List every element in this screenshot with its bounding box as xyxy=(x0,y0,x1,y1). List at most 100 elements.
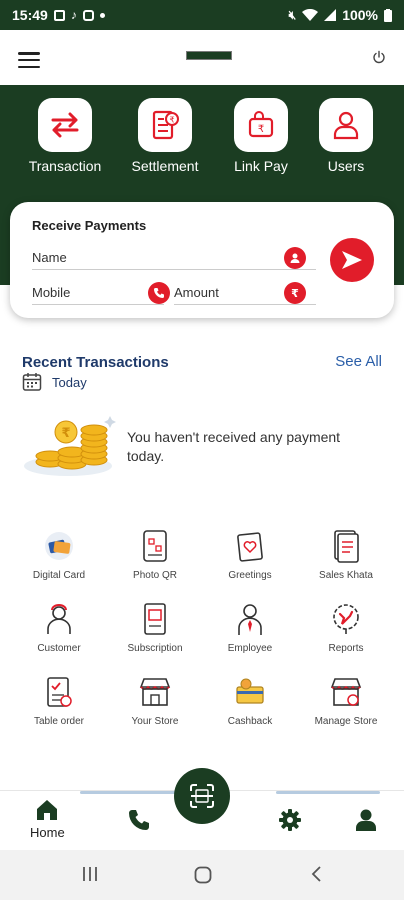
reports-icon xyxy=(328,601,364,637)
empty-message: You haven't received any payment today. xyxy=(127,429,341,464)
service-label: Photo QR xyxy=(133,570,177,581)
status-bar: 15:49 ♪ 🔇︎ 100% xyxy=(0,0,404,30)
service-reports[interactable]: Reports xyxy=(299,601,393,654)
service-subscription[interactable]: Subscription xyxy=(108,601,202,654)
signal-icon xyxy=(324,9,337,21)
home-button-icon[interactable] xyxy=(194,866,212,884)
quick-action-label: Link Pay xyxy=(234,158,288,174)
svg-text:₹: ₹ xyxy=(258,124,264,135)
power-icon[interactable] xyxy=(372,50,386,64)
user-icon xyxy=(319,98,373,152)
quick-action-link-pay[interactable]: ₹ Link Pay xyxy=(216,98,306,174)
home-icon xyxy=(37,800,58,820)
system-navigation-bar xyxy=(0,850,404,900)
transfer-arrows-icon xyxy=(38,98,92,152)
battery-level: 100% xyxy=(342,7,378,23)
quick-action-transaction[interactable]: Transaction xyxy=(20,98,110,174)
quick-action-users[interactable]: Users xyxy=(301,98,391,174)
service-sales-khata[interactable]: Sales Khata xyxy=(299,528,393,581)
subscription-icon xyxy=(137,601,173,637)
service-digital-card[interactable]: Digital Card xyxy=(12,528,106,581)
recent-transactions-title: Recent Transactions xyxy=(22,354,169,371)
nav-home-label: Home xyxy=(30,825,65,840)
see-all-link[interactable]: See All xyxy=(335,353,382,370)
mobile-field[interactable]: Mobile xyxy=(32,281,170,305)
nav-indicator xyxy=(276,791,380,794)
calendar-icon xyxy=(22,373,42,391)
greetings-icon xyxy=(232,528,268,564)
service-label: Employee xyxy=(227,643,273,654)
battery-icon xyxy=(384,8,392,22)
service-photo-qr[interactable]: Photo QR xyxy=(108,528,202,581)
phone-icon xyxy=(129,810,149,830)
service-label: Manage Store xyxy=(314,716,378,727)
empty-transactions: ₹ You haven't received any payment today… xyxy=(22,410,382,480)
service-label: Sales Khata xyxy=(319,570,373,581)
name-placeholder: Name xyxy=(32,250,67,265)
svg-text:₹: ₹ xyxy=(61,426,70,441)
svg-text:₹: ₹ xyxy=(291,287,299,299)
service-label: Digital Card xyxy=(32,570,86,581)
link-pay-wallet-icon: ₹ xyxy=(234,98,288,152)
send-payment-button[interactable] xyxy=(330,238,374,282)
mobile-placeholder: Mobile xyxy=(32,285,71,300)
rupee-icon: ₹ xyxy=(284,282,306,304)
music-notification-icon: ♪ xyxy=(70,8,77,22)
app-header xyxy=(0,30,404,85)
table-order-icon xyxy=(41,674,77,710)
user-icon xyxy=(356,809,376,831)
manage-store-icon xyxy=(328,674,364,710)
amount-placeholder: Amount xyxy=(174,285,219,300)
employee-icon xyxy=(232,601,268,637)
person-icon xyxy=(284,247,306,269)
phone-icon xyxy=(148,282,170,304)
brand-logo xyxy=(186,51,232,60)
service-label: Reports xyxy=(328,643,364,654)
service-label: Subscription xyxy=(127,643,183,654)
mute-icon: 🔇︎ xyxy=(288,7,297,22)
gallery-notification-icon xyxy=(53,9,65,21)
date-filter[interactable]: Today xyxy=(22,372,87,392)
service-label: Your Store xyxy=(131,716,179,727)
service-label: Cashback xyxy=(227,716,273,727)
status-time: 15:49 xyxy=(12,7,48,23)
service-your-store[interactable]: Your Store xyxy=(108,674,202,727)
coins-illustration-icon: ₹ xyxy=(24,416,116,476)
service-label: Customer xyxy=(37,643,81,654)
store-icon xyxy=(137,674,173,710)
amount-field[interactable]: Amount ₹ xyxy=(174,281,316,305)
quick-action-label: Users xyxy=(327,158,365,174)
more-notifications-icon xyxy=(99,12,105,18)
wifi-icon xyxy=(302,9,319,21)
date-filter-label: Today xyxy=(52,374,87,390)
quick-action-label: Transaction xyxy=(28,158,102,174)
nav-call[interactable] xyxy=(128,809,150,831)
nav-profile[interactable] xyxy=(356,809,376,831)
service-customer[interactable]: Customer xyxy=(12,601,106,654)
service-label: Table order xyxy=(33,716,85,727)
scan-icon xyxy=(190,784,214,808)
receive-payments-title: Receive Payments xyxy=(32,218,147,233)
name-field[interactable]: Name xyxy=(32,246,316,270)
service-employee[interactable]: Employee xyxy=(203,601,297,654)
settlement-document-icon: ₹ xyxy=(138,98,192,152)
service-cashback[interactable]: Cashback xyxy=(203,674,297,727)
nav-settings[interactable] xyxy=(279,809,301,831)
service-label: Greetings xyxy=(228,570,272,581)
service-manage-store[interactable]: Manage Store xyxy=(299,674,393,727)
back-icon[interactable] xyxy=(310,866,322,882)
nav-home[interactable]: Home xyxy=(30,799,65,840)
quick-action-settlement[interactable]: ₹ Settlement xyxy=(120,98,210,174)
hamburger-menu-icon[interactable] xyxy=(18,52,40,68)
quick-actions: Transaction ₹ Settlement ₹ Link Pay User… xyxy=(0,98,404,178)
recent-apps-icon[interactable] xyxy=(82,866,98,882)
gear-icon xyxy=(279,809,301,831)
scan-qr-button[interactable] xyxy=(174,768,230,824)
service-table-order[interactable]: Table order xyxy=(12,674,106,727)
bag-notification-icon xyxy=(82,9,94,21)
service-greetings[interactable]: Greetings xyxy=(203,528,297,581)
send-arrow-icon xyxy=(342,251,362,269)
svg-text:₹: ₹ xyxy=(169,116,174,125)
cashback-icon xyxy=(232,674,268,710)
photo-qr-icon xyxy=(137,528,173,564)
